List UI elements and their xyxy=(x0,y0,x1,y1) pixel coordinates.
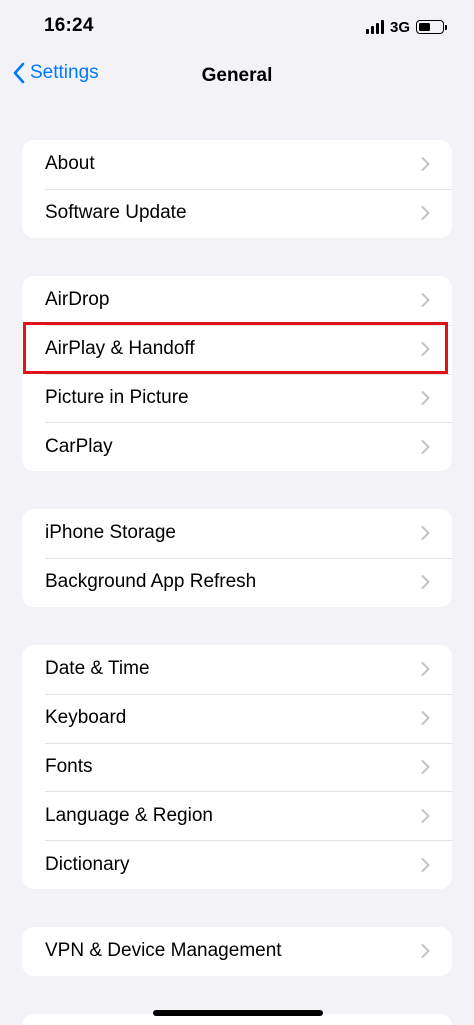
row-label: Date & Time xyxy=(45,658,150,680)
cellular-signal-icon xyxy=(365,20,384,34)
row-keyboard[interactable]: Keyboard xyxy=(22,693,452,743)
chevron-right-icon xyxy=(421,944,430,959)
chevron-right-icon xyxy=(421,206,430,221)
chevron-right-icon xyxy=(421,157,430,172)
chevron-right-icon xyxy=(421,575,430,590)
settings-group-storage: iPhone Storage Background App Refresh xyxy=(22,509,452,607)
settings-group-connectivity: AirDrop AirPlay & Handoff Picture in Pic… xyxy=(22,276,452,472)
settings-group-vpn: VPN & Device Management xyxy=(22,927,452,976)
row-carplay[interactable]: CarPlay xyxy=(22,422,452,471)
row-vpn-device-management[interactable]: VPN & Device Management xyxy=(22,927,452,976)
status-time: 16:24 xyxy=(44,15,94,36)
row-about[interactable]: About xyxy=(22,140,452,189)
row-label: Software Update xyxy=(45,202,187,224)
chevron-right-icon xyxy=(421,759,430,774)
row-label: Background App Refresh xyxy=(45,571,257,593)
chevron-right-icon xyxy=(421,390,430,405)
row-label: AirPlay & Handoff xyxy=(45,338,195,360)
battery-level xyxy=(419,23,430,31)
settings-group-general-info: About Software Update xyxy=(22,140,452,238)
row-airdrop[interactable]: AirDrop xyxy=(22,276,452,325)
row-label: iPhone Storage xyxy=(45,522,176,544)
chevron-right-icon xyxy=(421,439,430,454)
row-label: AirDrop xyxy=(45,289,110,311)
row-airplay-handoff[interactable]: AirPlay & Handoff xyxy=(22,324,452,374)
row-dictionary[interactable]: Dictionary xyxy=(22,840,452,889)
row-label: Fonts xyxy=(45,755,93,777)
row-date-time[interactable]: Date & Time xyxy=(22,645,452,694)
chevron-right-icon xyxy=(421,808,430,823)
home-indicator[interactable] xyxy=(153,1010,323,1016)
row-label: Dictionary xyxy=(45,853,130,875)
chevron-right-icon xyxy=(421,342,430,357)
row-label: CarPlay xyxy=(45,435,113,457)
chevron-right-icon xyxy=(421,711,430,726)
row-software-update[interactable]: Software Update xyxy=(22,188,452,238)
row-iphone-storage[interactable]: iPhone Storage xyxy=(22,509,452,558)
row-label: VPN & Device Management xyxy=(45,940,282,962)
status-indicators: 3G xyxy=(365,17,447,37)
settings-general-screen: 16:24 3G Settings General About Software… xyxy=(0,0,474,1025)
status-bar: 16:24 3G xyxy=(0,0,474,52)
row-background-app-refresh[interactable]: Background App Refresh xyxy=(22,557,452,607)
row-language-region[interactable]: Language & Region xyxy=(22,791,452,840)
page-title: General xyxy=(201,65,273,86)
settings-group-locale: Date & Time Keyboard Fonts Language & Re… xyxy=(22,645,452,889)
row-picture-in-picture[interactable]: Picture in Picture xyxy=(22,373,452,423)
row-fonts[interactable]: Fonts xyxy=(22,742,452,792)
chevron-right-icon xyxy=(421,526,430,541)
chevron-right-icon xyxy=(421,293,430,308)
row-label: Language & Region xyxy=(45,804,213,826)
navigation-bar: Settings General xyxy=(0,56,474,96)
chevron-right-icon xyxy=(421,662,430,677)
row-label: Picture in Picture xyxy=(45,386,189,408)
row-label: About xyxy=(45,153,95,175)
battery-icon xyxy=(416,20,447,34)
row-label: Keyboard xyxy=(45,707,127,729)
chevron-right-icon xyxy=(421,857,430,872)
network-type: 3G xyxy=(389,18,410,36)
